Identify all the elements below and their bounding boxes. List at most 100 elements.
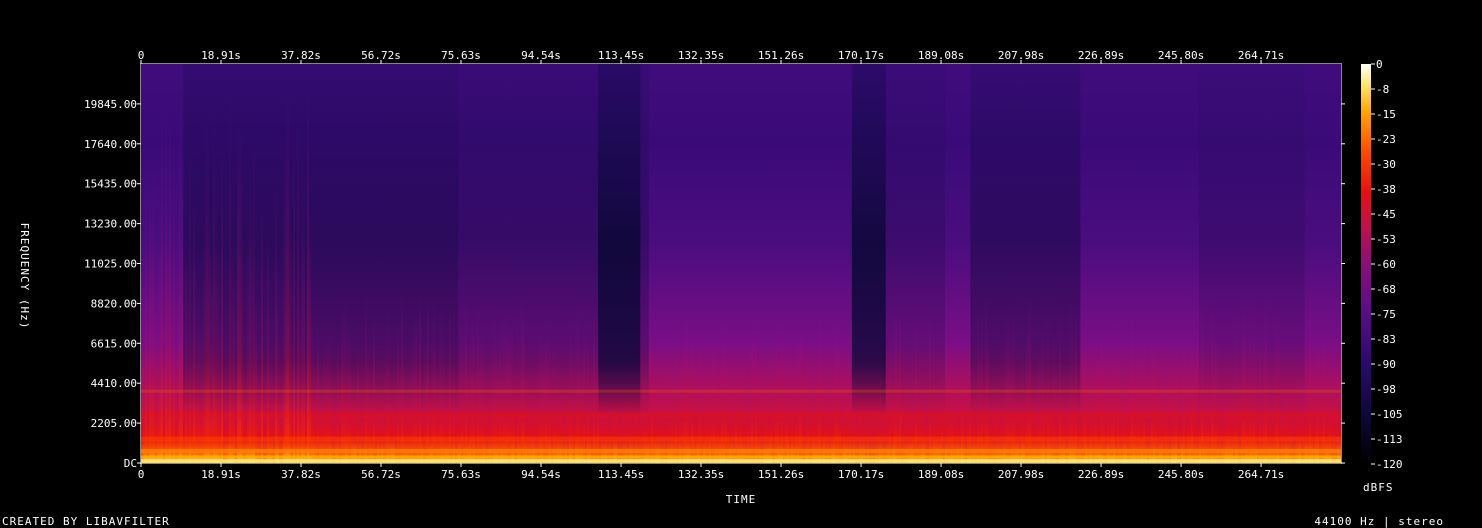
colorbar-tick-label: -68 bbox=[1376, 283, 1396, 296]
spectral-column bbox=[205, 123, 207, 463]
spectral-column bbox=[437, 356, 439, 463]
colorbar bbox=[1361, 64, 1371, 464]
spectral-column bbox=[289, 171, 291, 463]
spectral-column bbox=[1053, 336, 1055, 463]
colorbar-tick-label: -30 bbox=[1376, 158, 1396, 171]
spectral-column bbox=[211, 259, 213, 463]
spectral-column bbox=[1073, 346, 1075, 463]
spectral-column bbox=[1315, 324, 1317, 463]
spectral-column bbox=[645, 351, 647, 463]
x-tick-label-top: 94.54s bbox=[521, 49, 561, 62]
colorbar-tick-label: -53 bbox=[1376, 233, 1396, 246]
y-tick-label: 15435.00 bbox=[84, 178, 137, 191]
spectral-column bbox=[385, 353, 387, 463]
spectral-column bbox=[317, 323, 319, 463]
spectral-column bbox=[957, 402, 959, 463]
spectral-column bbox=[673, 346, 675, 463]
spectral-column bbox=[217, 232, 219, 463]
spectral-column bbox=[195, 256, 197, 463]
spectral-column bbox=[979, 336, 981, 463]
x-axis-bottom: 0 18.91s 37.82s 56.72s 75.63s 94.54s 113.45s 13… bbox=[138, 463, 1284, 481]
x-tick-label-top: 0 bbox=[138, 49, 145, 62]
x-tick-label-top: 37.82s bbox=[281, 49, 321, 62]
spectral-column bbox=[681, 343, 683, 463]
spectral-column bbox=[605, 396, 607, 463]
footer-sample-info: 44100 Hz | stereo bbox=[1314, 515, 1444, 528]
spectral-column bbox=[295, 351, 297, 463]
spectral-column bbox=[769, 324, 771, 463]
spectral-column bbox=[313, 340, 315, 463]
spectral-column bbox=[947, 329, 949, 463]
spectrogram-chart: 0 18.91s 37.82s 56.72s 75.63s 94.54s 113.45s 13… bbox=[2, 49, 1444, 528]
spectral-column bbox=[583, 325, 585, 463]
x-tick-label-top: 132.35s bbox=[678, 49, 724, 62]
spectral-column bbox=[435, 342, 437, 463]
spectral-column bbox=[157, 194, 159, 463]
x-tick-label-top: 56.72s bbox=[361, 49, 401, 62]
spectral-column bbox=[329, 326, 331, 463]
spectral-column bbox=[1333, 351, 1335, 463]
spectral-column bbox=[609, 398, 611, 463]
spectral-column bbox=[213, 112, 215, 463]
x-tick-label-bottom: 0 bbox=[138, 468, 145, 481]
spectral-column bbox=[707, 345, 709, 463]
spectral-column bbox=[643, 350, 645, 463]
spectral-column bbox=[1215, 333, 1217, 463]
spectral-column bbox=[241, 172, 243, 463]
spectral-column bbox=[1279, 398, 1281, 463]
spectral-column bbox=[545, 323, 547, 463]
colorbar-tick-label: -60 bbox=[1376, 258, 1396, 271]
spectral-column bbox=[325, 352, 327, 463]
spectral-column bbox=[771, 343, 773, 463]
frequency-band bbox=[141, 389, 1341, 393]
spectral-column bbox=[333, 402, 335, 463]
frequency-band bbox=[141, 449, 1341, 454]
spectral-column bbox=[167, 212, 169, 463]
spectral-column bbox=[711, 332, 713, 463]
spectral-column bbox=[897, 354, 899, 463]
spectral-column bbox=[349, 329, 351, 463]
spectral-column bbox=[397, 322, 399, 463]
spectral-column bbox=[555, 354, 557, 463]
spectral-column bbox=[1009, 337, 1011, 463]
spectral-column bbox=[367, 336, 369, 463]
spectral-column bbox=[361, 402, 363, 463]
spectral-column bbox=[1139, 341, 1141, 463]
spectral-column bbox=[1111, 322, 1113, 463]
y-tick-label: 8820.00 bbox=[91, 297, 137, 310]
spectral-column bbox=[1169, 401, 1171, 463]
x-tick-label-bottom: 75.63s bbox=[441, 468, 481, 481]
spectral-column bbox=[1137, 329, 1139, 463]
spectral-column bbox=[1207, 335, 1209, 463]
spectral-column bbox=[839, 335, 841, 463]
spectral-column bbox=[679, 335, 681, 463]
spectral-column bbox=[275, 193, 277, 463]
spectral-column bbox=[647, 401, 649, 463]
spectral-column bbox=[675, 325, 677, 463]
x-tick-label-bottom: 37.82s bbox=[281, 468, 321, 481]
spectral-column bbox=[233, 276, 235, 463]
quiet-region bbox=[597, 64, 641, 416]
x-tick-label-bottom: 151.26s bbox=[758, 468, 804, 481]
y-tick-label: DC bbox=[124, 457, 137, 470]
spectral-column bbox=[919, 351, 921, 463]
spectral-column bbox=[1173, 341, 1175, 463]
y-tick-label: 4410.00 bbox=[91, 377, 137, 390]
spectral-column bbox=[933, 333, 935, 463]
y-tick-label: 11025.00 bbox=[84, 258, 137, 271]
spectral-column bbox=[603, 402, 605, 463]
x-tick-label-top: 18.91s bbox=[201, 49, 241, 62]
spectral-column bbox=[1063, 342, 1065, 463]
spectral-column bbox=[1297, 356, 1299, 463]
spectral-column bbox=[599, 400, 601, 463]
spectral-column bbox=[151, 198, 153, 463]
spectral-column bbox=[377, 360, 379, 463]
frequency-band bbox=[141, 412, 1341, 419]
spectral-column bbox=[801, 344, 803, 463]
spectral-column bbox=[1037, 359, 1039, 463]
colorbar-tick-label: -38 bbox=[1376, 183, 1396, 196]
spectrogram-plot bbox=[141, 64, 1341, 463]
spectral-column bbox=[1233, 352, 1235, 463]
x-tick-label-top: 170.17s bbox=[838, 49, 884, 62]
spectral-column bbox=[1021, 336, 1023, 463]
